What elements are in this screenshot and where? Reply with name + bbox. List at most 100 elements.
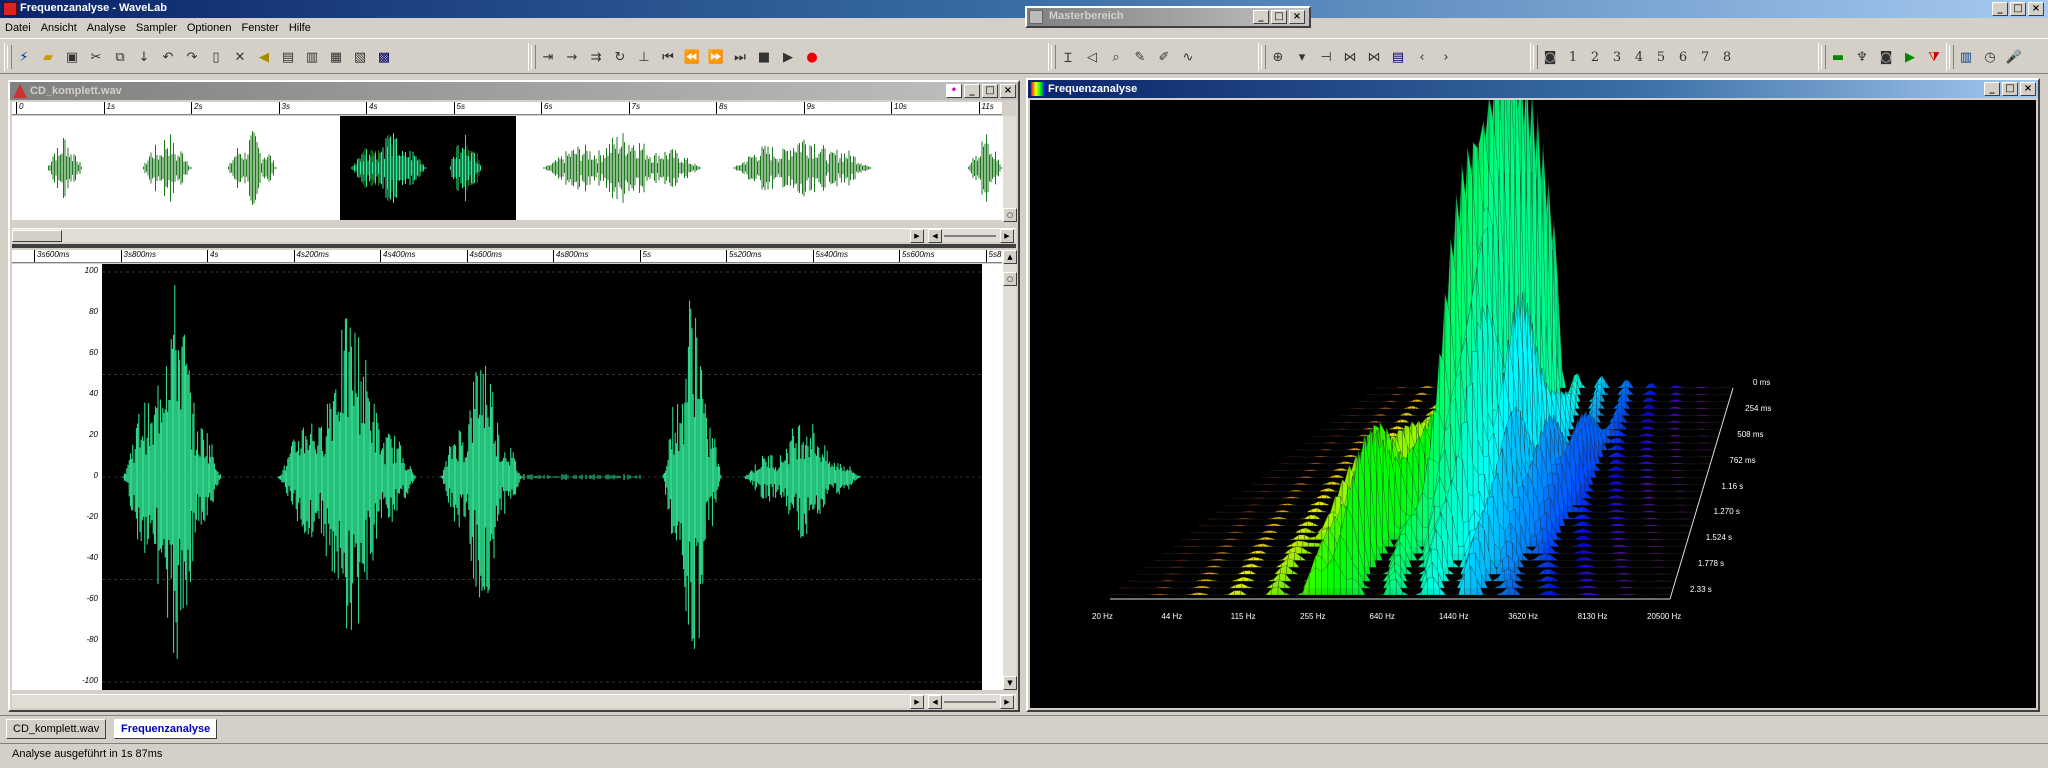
menu-sampler[interactable]: Sampler <box>131 22 182 34</box>
scroll-right-icon[interactable]: ▶ <box>910 695 924 709</box>
close-icon[interactable]: × <box>2028 2 2044 16</box>
detail-time-ruler[interactable]: 3s600ms 3s800ms 4s 4s200ms 4s400ms 4s600ms 4s8… <box>12 250 1002 263</box>
overview-scroll-thumb[interactable] <box>12 230 62 242</box>
scroll-left-small-icon[interactable]: ◀ <box>928 229 942 243</box>
window-tile-v-icon[interactable]: ▥ <box>301 46 323 68</box>
minimize-icon[interactable]: _ <box>1992 2 2008 16</box>
pen-icon[interactable]: ✐ <box>1153 46 1175 68</box>
detail-horizontal-scrollbar[interactable]: ▶ ◀ ▶ <box>12 694 1016 709</box>
save-icon[interactable]: ▣ <box>61 46 83 68</box>
restore-icon[interactable]: □ <box>982 84 998 98</box>
level-icon[interactable]: ♆ <box>1851 46 1873 68</box>
minimize-icon[interactable]: _ <box>964 84 980 98</box>
snapshot-4[interactable]: 4 <box>1629 46 1649 68</box>
play-icon[interactable]: ▶ <box>777 46 799 68</box>
undo-icon[interactable]: ↶ <box>157 46 179 68</box>
record-icon[interactable]: ● <box>801 46 823 68</box>
restore-icon[interactable]: □ <box>2002 82 2018 96</box>
zoom-knob-icon[interactable]: ○ <box>1003 208 1017 222</box>
chevron-right-icon[interactable]: › <box>1435 46 1457 68</box>
snapshot-8[interactable]: 8 <box>1717 46 1737 68</box>
snapshot-5[interactable]: 5 <box>1651 46 1671 68</box>
close-icon[interactable]: × <box>1289 10 1305 24</box>
go-start-icon[interactable]: ⏮ <box>657 46 679 68</box>
menu-fenster[interactable]: Fenster <box>237 22 284 34</box>
marker-list-icon[interactable]: ▤ <box>1387 46 1409 68</box>
redo-icon[interactable]: ↷ <box>181 46 203 68</box>
overview-zoom-scrollbar[interactable]: ○ <box>1002 116 1017 222</box>
wave-new-icon[interactable]: ⚡ <box>13 46 35 68</box>
clock-icon[interactable]: ◷ <box>1979 46 2001 68</box>
microphone-icon[interactable]: 🎤 <box>2003 46 2025 68</box>
text-cursor-icon[interactable]: Ɪ <box>1057 46 1079 68</box>
cut-icon[interactable]: ✂ <box>85 46 107 68</box>
wave-window-titlebar[interactable]: CD_komplett.wav • _ □ × <box>10 82 1018 100</box>
curve-icon[interactable]: ∿ <box>1177 46 1199 68</box>
snapshot-3[interactable]: 3 <box>1607 46 1627 68</box>
close-icon[interactable]: × <box>1000 84 1016 98</box>
filter-icon[interactable]: ⧩ <box>1923 46 1945 68</box>
app-titlebar[interactable]: Frequenzanalyse - WaveLab _ □ × <box>0 0 2048 18</box>
scroll-up-icon[interactable]: ▲ <box>1003 250 1017 264</box>
fast-forward-icon[interactable]: ⏩ <box>705 46 727 68</box>
restore-icon[interactable]: □ <box>1271 10 1287 24</box>
go-end-icon[interactable]: ⏭ <box>729 46 751 68</box>
volume-icon[interactable]: ◁ <box>1081 46 1103 68</box>
dropdown-arrow-icon[interactable]: ▾ <box>1291 46 1313 68</box>
snapshot-6[interactable]: 6 <box>1673 46 1693 68</box>
scroll-right-small-icon[interactable]: ▶ <box>1000 695 1014 709</box>
zoom-icon[interactable]: ⌕ <box>1105 46 1127 68</box>
snapshot-2[interactable]: 2 <box>1585 46 1605 68</box>
main-waveform[interactable] <box>102 264 982 690</box>
trim-icon[interactable]: ▯ <box>205 46 227 68</box>
marker-set-icon[interactable]: ⊥ <box>633 46 655 68</box>
spectrum-icon[interactable]: ▥ <box>1955 46 1977 68</box>
delete-icon[interactable]: ✕ <box>229 46 251 68</box>
open-folder-icon[interactable]: ▰ <box>37 46 59 68</box>
tab-frequenzanalyse[interactable]: Frequenzanalyse <box>114 719 218 739</box>
scroll-right-small-icon[interactable]: ▶ <box>1000 229 1014 243</box>
marker-icon[interactable]: ⇥ <box>537 46 559 68</box>
stop-icon[interactable]: ■ <box>753 46 775 68</box>
minimize-icon[interactable]: _ <box>1253 10 1269 24</box>
detail-vertical-scrollbar[interactable]: ▲ ○ ▼ <box>1002 250 1017 690</box>
marker-move-icon[interactable]: ⇉ <box>585 46 607 68</box>
zoom-knob-icon[interactable]: ○ <box>1003 272 1017 286</box>
paste-icon[interactable]: ↓ <box>133 46 155 68</box>
menu-datei[interactable]: Datei <box>0 22 36 34</box>
window-cascade-icon[interactable]: ▤ <box>277 46 299 68</box>
meter-icon[interactable]: ▬ <box>1827 46 1849 68</box>
overview-time-ruler[interactable]: 0 1s 2s 3s 4s 5s 6s 7s 8s 9s 10s 11s <box>12 102 1002 115</box>
scroll-right-icon[interactable]: ▶ <box>910 229 924 243</box>
chevron-left-icon[interactable]: ‹ <box>1411 46 1433 68</box>
markers-jump-icon[interactable]: ⋈ <box>1363 46 1385 68</box>
snapshot-camera-icon[interactable]: ◙ <box>1875 46 1897 68</box>
menu-analyse[interactable]: Analyse <box>82 22 131 34</box>
window-list-icon[interactable]: ▩ <box>373 46 395 68</box>
marker-insert-icon[interactable]: ⊕ <box>1267 46 1289 68</box>
loop-icon[interactable]: ↻ <box>609 46 631 68</box>
menu-optionen[interactable]: Optionen <box>182 22 237 34</box>
pencil-icon[interactable]: ✎ <box>1129 46 1151 68</box>
scroll-left-small-icon[interactable]: ◀ <box>928 695 942 709</box>
pin-icon[interactable]: • <box>946 84 962 98</box>
close-icon[interactable]: × <box>2020 82 2036 96</box>
detail-zoom-slider[interactable] <box>944 701 996 703</box>
scroll-down-icon[interactable]: ▼ <box>1003 676 1017 690</box>
spectrum-3d-plot[interactable]: 20 Hz 44 Hz 115 Hz 255 Hz 640 Hz 1440 Hz 3620 … <box>1030 55 2036 708</box>
prev-marker-icon[interactable]: ⊣ <box>1315 46 1337 68</box>
rewind-icon[interactable]: ⏪ <box>681 46 703 68</box>
masterbereich-window[interactable]: Masterbereich _ □ × <box>1025 6 1311 28</box>
maximize-icon[interactable]: □ <box>2010 2 2026 16</box>
overview-waveform[interactable] <box>12 116 1002 220</box>
freq-window-titlebar[interactable]: Frequenzanalyse _ □ × <box>1028 80 2038 98</box>
snap-icon[interactable]: → <box>561 46 583 68</box>
menu-ansicht[interactable]: Ansicht <box>36 22 82 34</box>
copy-icon[interactable]: ⧉ <box>109 46 131 68</box>
snapshot-7[interactable]: 7 <box>1695 46 1715 68</box>
menu-hilfe[interactable]: Hilfe <box>284 22 316 34</box>
minimize-icon[interactable]: _ <box>1984 82 2000 96</box>
window-arrange-icon[interactable]: ▧ <box>349 46 371 68</box>
tab-cd-komplett[interactable]: CD_komplett.wav <box>6 719 107 739</box>
snapshot-1[interactable]: 1 <box>1563 46 1583 68</box>
